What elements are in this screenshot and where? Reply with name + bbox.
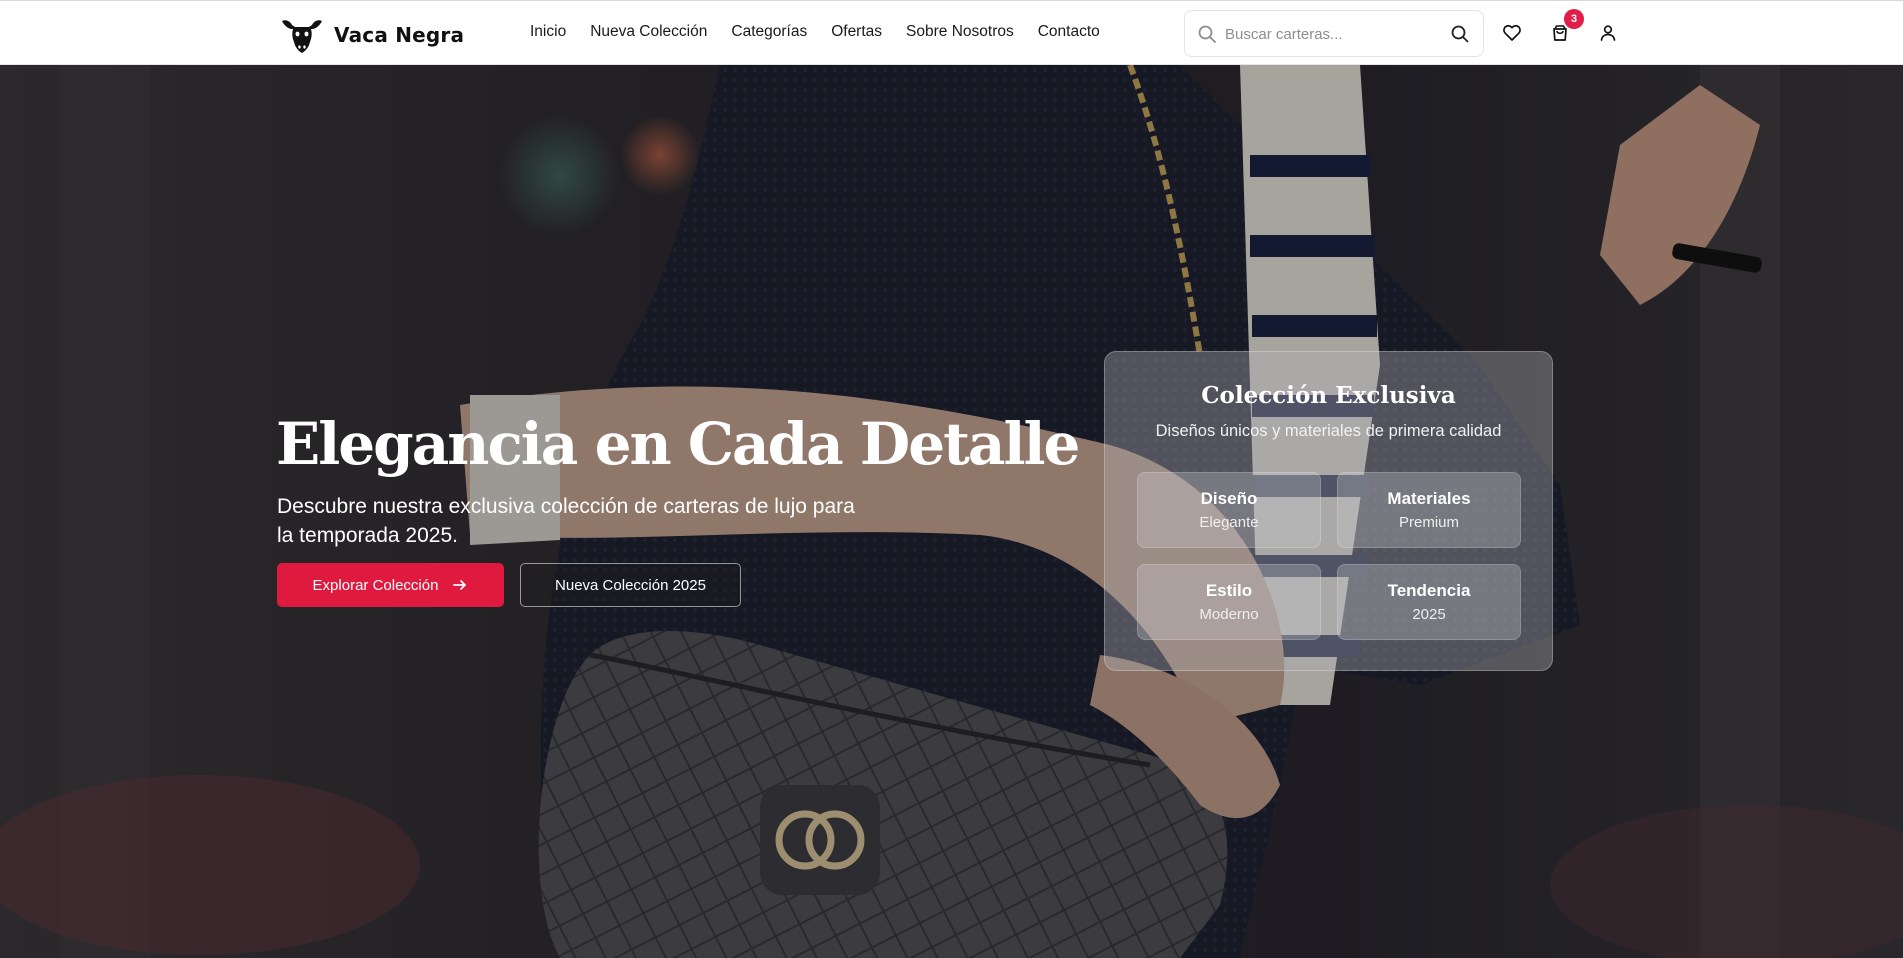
exclusive-collection-card: Colección Exclusiva Diseños únicos y mat… <box>1104 351 1553 671</box>
feature-title: Diseño <box>1200 489 1258 508</box>
nav-item-ofertas[interactable]: Ofertas <box>831 23 882 41</box>
search-icon <box>1198 25 1216 43</box>
wishlist-button[interactable] <box>1502 23 1522 43</box>
explore-collection-button[interactable]: Explorar Colección <box>277 563 504 607</box>
brand-logo[interactable]: Vaca Negra <box>280 15 464 55</box>
feature-value: Premium <box>1398 514 1459 531</box>
feature-tile-tendencia: Tendencia 2025 <box>1337 564 1521 640</box>
feature-tile-estilo: Estilo Moderno <box>1137 564 1321 640</box>
arrow-right-icon <box>453 580 467 590</box>
feature-value: 2025 <box>1412 606 1446 623</box>
heart-icon <box>1503 24 1521 41</box>
user-icon <box>1600 25 1616 41</box>
cow-head-icon <box>282 20 322 53</box>
card-title: Colección Exclusiva <box>1201 382 1456 409</box>
brand-name: Vaca Negra <box>334 23 465 47</box>
feature-tile-materiales: Materiales Premium <box>1337 472 1521 548</box>
nav-item-contacto[interactable]: Contacto <box>1038 23 1100 41</box>
cart-count-badge: 3 <box>1564 9 1584 29</box>
nav-item-categorias[interactable]: Categorías <box>731 23 807 41</box>
feature-tile-diseno: Diseño Elegante <box>1137 472 1321 548</box>
feature-value: Elegante <box>1199 514 1259 531</box>
nav-item-inicio[interactable]: Inicio <box>530 23 566 41</box>
nav-item-sobre-nosotros[interactable]: Sobre Nosotros <box>906 23 1014 41</box>
hero-section: Elegancia en Cada Detalle Descubre nuest… <box>0 65 1903 958</box>
feature-title: Estilo <box>1205 581 1253 600</box>
site-header: Vaca Negra Inicio Nueva Colección Catego… <box>0 0 1903 65</box>
hero-title: Elegancia en Cada Detalle <box>276 410 1080 478</box>
main-nav: Inicio Nueva Colección Categorías Oferta… <box>530 23 1100 41</box>
search-box <box>1184 10 1484 57</box>
search-submit-icon[interactable] <box>1450 24 1470 44</box>
search-input[interactable] <box>1225 21 1435 47</box>
explore-collection-label: Explorar Colección <box>312 576 439 594</box>
feature-value: Moderno <box>1199 606 1259 623</box>
feature-title: Materiales <box>1387 489 1471 508</box>
nav-item-nueva-coleccion[interactable]: Nueva Colección <box>590 23 707 41</box>
feature-title: Tendencia <box>1387 581 1471 600</box>
new-collection-button[interactable]: Nueva Colección 2025 <box>520 563 741 607</box>
account-button[interactable] <box>1598 23 1618 43</box>
card-subtitle: Diseños únicos y materiales de primera c… <box>1155 422 1502 440</box>
hero-subtitle: Descubre nuestra exclusiva colección de … <box>277 495 855 547</box>
